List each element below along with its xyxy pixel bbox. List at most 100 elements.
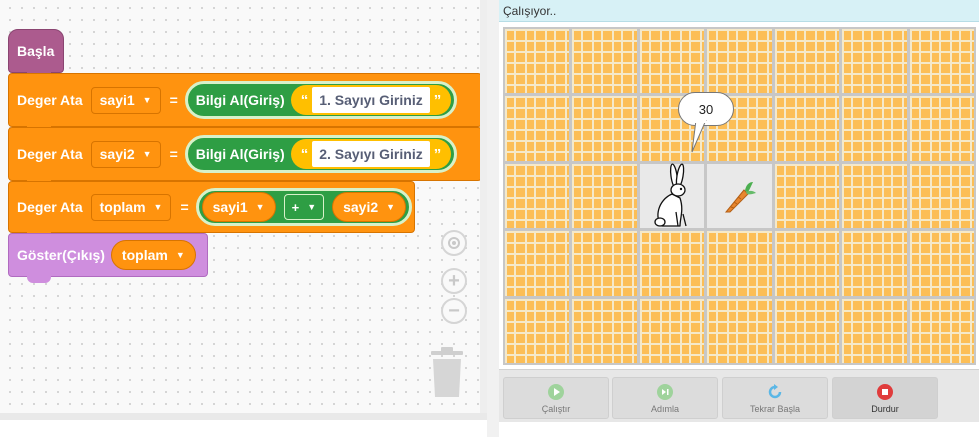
assign-label: Deger Ata xyxy=(17,146,83,162)
brick-wall-tile xyxy=(842,231,907,296)
variable-pill-sayi2[interactable]: sayi2 ▼ xyxy=(332,192,407,222)
dropdown-caret-icon: ▼ xyxy=(153,202,163,212)
brick-wall-tile xyxy=(639,298,705,363)
brick-wall-tile xyxy=(505,231,570,296)
brick-wall-tile xyxy=(505,96,570,161)
output-block[interactable]: Göster(Çıkış) toplam ▼ xyxy=(8,233,208,283)
equals-sign: = xyxy=(169,146,178,162)
dropdown-caret-icon: ▼ xyxy=(175,250,185,260)
brick-wall-tile xyxy=(909,29,974,94)
recenter-icon[interactable] xyxy=(441,230,467,256)
brick-wall-tile xyxy=(505,29,570,94)
prompt-text-field-2[interactable]: 2. Sayıyı Giriniz xyxy=(312,141,430,167)
status-bar: Çalışıyor.. xyxy=(499,0,979,22)
dropdown-caret-icon: ▼ xyxy=(307,202,317,212)
assign-toplam-block[interactable]: Deger Ata toplam ▼ = sayi1 ▼ + ▼ sayi2 ▼ xyxy=(8,181,415,239)
brick-wall-tile xyxy=(707,29,772,94)
assign-label: Deger Ata xyxy=(17,92,83,108)
stop-button[interactable]: Durdur xyxy=(832,377,938,419)
text-block-1[interactable]: “ 1. Sayıyı Giriniz ” xyxy=(290,85,452,115)
run-button-label: Çalıştır xyxy=(541,403,571,414)
input-block-label: Bilgi Al(Giriş) xyxy=(195,146,285,162)
assign-label: Deger Ata xyxy=(17,199,83,215)
assign-sayi1-block[interactable]: Deger Ata sayi1 ▼ = Bilgi Al(Giriş) “ 1.… xyxy=(8,73,482,133)
restart-button-label: Tekrar Başla xyxy=(749,403,801,414)
panel-divider[interactable] xyxy=(487,0,499,437)
carrot-icon xyxy=(724,182,756,213)
zoom-out-icon[interactable]: − xyxy=(441,298,467,324)
brick-wall-tile xyxy=(774,29,840,94)
variable-dropdown-toplam[interactable]: toplam ▼ xyxy=(90,193,172,221)
text-block-2[interactable]: “ 2. Sayıyı Giriniz ” xyxy=(290,139,452,169)
variable-name: sayi2 xyxy=(343,199,379,215)
brick-wall-tile xyxy=(774,96,840,161)
brick-wall-tile xyxy=(707,231,772,296)
input-block-2[interactable]: Bilgi Al(Giriş) “ 2. Sayıyı Giriniz ” xyxy=(184,135,458,173)
brick-wall-tile xyxy=(707,298,772,363)
brick-wall-tile xyxy=(842,163,907,229)
brick-wall-tile xyxy=(909,231,974,296)
brick-wall-tile xyxy=(572,231,637,296)
brick-wall-tile xyxy=(909,298,974,363)
operator-dropdown[interactable]: + ▼ xyxy=(283,194,325,220)
speech-bubble-tail xyxy=(691,120,707,153)
workspace-scrollbar-horizontal[interactable] xyxy=(0,413,487,420)
block-notch xyxy=(27,276,51,283)
start-block[interactable]: Başla xyxy=(8,29,64,79)
dropdown-caret-icon: ▼ xyxy=(255,202,265,212)
variable-dropdown-sayi1[interactable]: sayi1 ▼ xyxy=(90,86,161,114)
step-button[interactable]: Adımla xyxy=(612,377,718,419)
restart-button[interactable]: Tekrar Başla xyxy=(722,377,828,419)
play-icon xyxy=(548,383,564,400)
equals-sign: = xyxy=(169,92,178,108)
run-button[interactable]: Çalıştır xyxy=(503,377,609,419)
brick-wall-tile xyxy=(842,298,907,363)
input-block-label: Bilgi Al(Giriş) xyxy=(195,92,285,108)
brick-wall-tile xyxy=(774,298,840,363)
brick-wall-tile xyxy=(842,29,907,94)
quote-open-icon: “ xyxy=(300,145,309,163)
assign-sayi2-block[interactable]: Deger Ata sayi2 ▼ = Bilgi Al(Giriş) “ 2.… xyxy=(8,127,482,187)
variable-name: toplam xyxy=(99,199,146,215)
variable-pill-sayi1[interactable]: sayi1 ▼ xyxy=(201,192,276,222)
brick-wall-tile xyxy=(572,96,637,161)
brick-wall-tile xyxy=(639,29,705,94)
dropdown-caret-icon: ▼ xyxy=(386,202,396,212)
quote-close-icon: ” xyxy=(433,91,442,109)
prompt-text-field-1[interactable]: 1. Sayıyı Giriniz xyxy=(312,87,430,113)
dropdown-caret-icon: ▼ xyxy=(142,95,152,105)
quote-open-icon: “ xyxy=(300,91,309,109)
variable-name: sayi2 xyxy=(99,146,135,162)
variable-dropdown-sayi2[interactable]: sayi2 ▼ xyxy=(90,140,161,168)
variable-name: sayi1 xyxy=(212,199,248,215)
brick-wall-tile xyxy=(572,29,637,94)
restart-icon xyxy=(768,383,782,398)
dropdown-caret-icon: ▼ xyxy=(142,149,152,159)
quote-close-icon: ” xyxy=(433,145,442,163)
stop-button-label: Durdur xyxy=(871,403,899,414)
zoom-in-icon[interactable]: + xyxy=(441,268,467,294)
block-workspace[interactable]: Başla Deger Ata sayi1 ▼ = Bilgi Al(Giriş… xyxy=(0,0,487,420)
step-icon xyxy=(657,383,673,400)
stop-icon xyxy=(877,383,893,400)
arithmetic-block[interactable]: sayi1 ▼ + ▼ sayi2 ▼ xyxy=(195,188,413,226)
trash-icon[interactable] xyxy=(428,347,466,399)
brick-wall-tile xyxy=(909,96,974,161)
input-block-1[interactable]: Bilgi Al(Giriş) “ 1. Sayıyı Giriniz ” xyxy=(184,81,458,119)
step-button-label: Adımla xyxy=(650,403,679,414)
variable-pill-toplam[interactable]: toplam ▼ xyxy=(110,240,196,270)
brick-wall-tile xyxy=(505,163,570,229)
workspace-scrollbar-vertical[interactable] xyxy=(480,0,487,420)
variable-name: sayi1 xyxy=(99,92,135,108)
brick-wall-tile xyxy=(572,163,637,229)
workspace-footer xyxy=(0,420,487,437)
rabbit-icon xyxy=(654,163,687,227)
brick-wall-tile xyxy=(774,163,840,229)
brick-wall-tile xyxy=(572,298,637,363)
brick-wall-tile xyxy=(639,231,705,296)
equals-sign: = xyxy=(180,199,189,215)
brick-wall-tile xyxy=(505,298,570,363)
brick-wall-tile xyxy=(909,163,974,229)
brick-wall-tile xyxy=(774,231,840,296)
variable-name: toplam xyxy=(121,247,168,263)
